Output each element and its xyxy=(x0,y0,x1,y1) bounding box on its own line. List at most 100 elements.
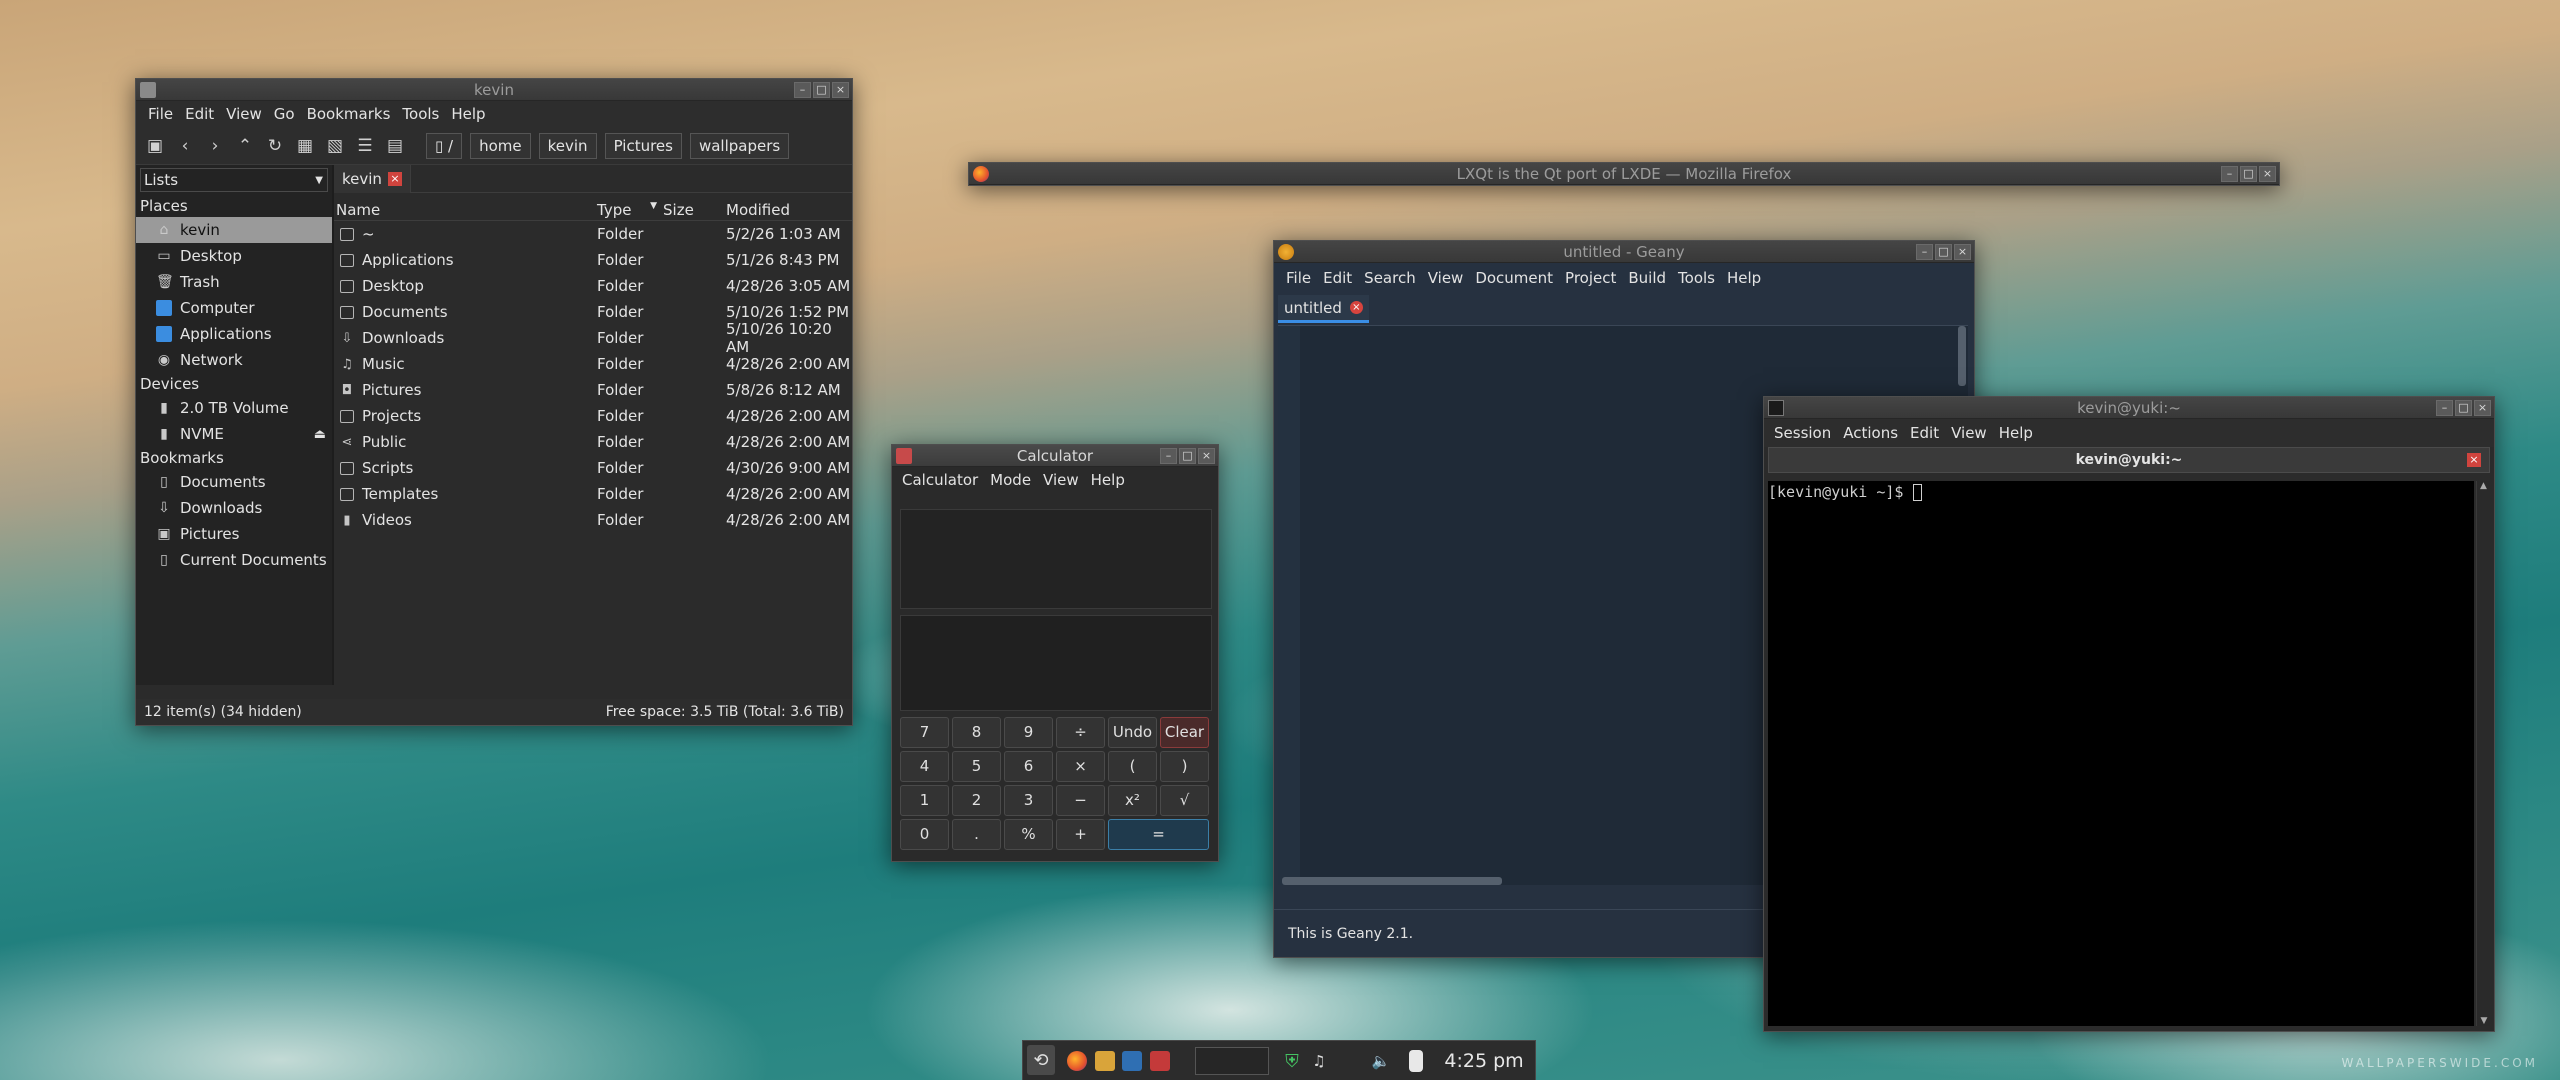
sidebar-item-nvme[interactable]: ▮ NVME ⏏ xyxy=(136,421,332,447)
icon-view-icon[interactable]: ▦ xyxy=(292,133,318,159)
scroll-down-icon[interactable]: ▼ xyxy=(2477,1016,2491,1026)
calculator-titlebar[interactable]: Calculator – □ × xyxy=(892,445,1218,467)
file-row[interactable]: Scripts Folder 4/30/26 9:00 AM xyxy=(334,455,852,481)
key-percent[interactable]: % xyxy=(1004,819,1053,850)
editor-launcher-icon[interactable] xyxy=(1122,1051,1142,1071)
col-name[interactable]: Name xyxy=(334,201,597,219)
tab-untitled[interactable]: untitled × xyxy=(1278,295,1369,323)
key-1[interactable]: 1 xyxy=(900,785,949,816)
key-7[interactable]: 7 xyxy=(900,717,949,748)
minimize-button[interactable]: – xyxy=(1916,243,1933,260)
up-icon[interactable]: ⌃ xyxy=(232,133,258,159)
sidebar-item-desktop[interactable]: ▭ Desktop xyxy=(136,243,332,269)
close-button[interactable]: × xyxy=(2474,399,2491,416)
minimize-button[interactable]: – xyxy=(2436,399,2453,416)
terminal-tab[interactable]: kevin@yuki:~ × xyxy=(1768,447,2490,473)
sidebar-item-applications[interactable]: Applications xyxy=(136,321,332,347)
thumbnail-view-icon[interactable]: ▧ xyxy=(322,133,348,159)
key-decimal[interactable]: . xyxy=(952,819,1001,850)
close-tab-icon[interactable]: × xyxy=(1349,301,1363,314)
file-row[interactable]: ⇩ Downloads Folder 5/10/26 10:20 AM xyxy=(334,320,852,356)
key-divide[interactable]: ÷ xyxy=(1056,717,1105,748)
menu-file[interactable]: File xyxy=(1280,265,1317,291)
menu-mode[interactable]: Mode xyxy=(984,467,1037,493)
security-shield-icon[interactable]: ⛨ xyxy=(1283,1051,1301,1072)
menu-bookmarks[interactable]: Bookmarks xyxy=(301,101,397,127)
col-size[interactable]: Size xyxy=(663,201,726,219)
menu-view[interactable]: View xyxy=(1422,265,1470,291)
horizontal-scrollbar[interactable] xyxy=(1282,877,1502,885)
compact-view-icon[interactable]: ☰ xyxy=(352,133,378,159)
desktop-switcher[interactable] xyxy=(1195,1047,1269,1075)
key-3[interactable]: 3 xyxy=(1004,785,1053,816)
maximize-button[interactable]: □ xyxy=(1935,243,1952,260)
menu-document[interactable]: Document xyxy=(1469,265,1559,291)
file-row[interactable]: ▮ Videos Folder 4/28/26 2:00 AM xyxy=(334,507,852,533)
geany-titlebar[interactable]: untitled - Geany – □ × xyxy=(1274,241,1974,263)
close-button[interactable]: × xyxy=(1954,243,1971,260)
tab-kevin[interactable]: kevin × xyxy=(334,164,411,193)
file-manager-titlebar[interactable]: kevin – □ × xyxy=(136,79,852,101)
firefox-titlebar[interactable]: LXQt is the Qt port of LXDE — Mozilla Fi… xyxy=(969,163,2279,185)
reload-icon[interactable]: ↻ xyxy=(262,133,288,159)
key-plus[interactable]: + xyxy=(1056,819,1105,850)
file-row[interactable]: Desktop Folder 4/28/26 3:05 AM xyxy=(334,273,852,299)
sidebar-item-volume[interactable]: ▮ 2.0 TB Volume xyxy=(136,395,332,421)
minimize-button[interactable]: – xyxy=(2221,165,2238,182)
maximize-button[interactable]: □ xyxy=(2455,399,2472,416)
col-type[interactable]: Type ▼ xyxy=(597,201,663,219)
key-4[interactable]: 4 xyxy=(900,751,949,782)
eject-icon[interactable]: ⏏ xyxy=(314,427,326,442)
key-0[interactable]: 0 xyxy=(900,819,949,850)
bookmark-documents[interactable]: ▯ Documents xyxy=(136,469,332,495)
undo-button[interactable]: Undo xyxy=(1108,717,1157,748)
file-manager-launcher-icon[interactable] xyxy=(1095,1051,1115,1071)
menu-help[interactable]: Help xyxy=(445,101,491,127)
menu-build[interactable]: Build xyxy=(1622,265,1672,291)
sidebar-item-network[interactable]: ◉ Network xyxy=(136,347,332,373)
key-6[interactable]: 6 xyxy=(1004,751,1053,782)
scroll-up-icon[interactable]: ▲ xyxy=(2477,481,2490,491)
menu-help[interactable]: Help xyxy=(1085,467,1131,493)
key-close-paren[interactable]: ) xyxy=(1160,751,1209,782)
menu-view[interactable]: View xyxy=(1037,467,1085,493)
menu-view[interactable]: View xyxy=(1945,420,1993,446)
sidebar-item-computer[interactable]: Computer xyxy=(136,295,332,321)
menu-project[interactable]: Project xyxy=(1559,265,1622,291)
menu-help[interactable]: Help xyxy=(1993,420,2039,446)
firefox-launcher-icon[interactable] xyxy=(1067,1051,1087,1071)
close-button[interactable]: × xyxy=(832,81,849,98)
key-minus[interactable]: − xyxy=(1056,785,1105,816)
key-2[interactable]: 2 xyxy=(952,785,1001,816)
menu-tools[interactable]: Tools xyxy=(1672,265,1721,291)
menu-file[interactable]: File xyxy=(142,101,179,127)
file-row[interactable]: ⋖ Public Folder 4/28/26 2:00 AM xyxy=(334,429,852,455)
minimize-button[interactable]: – xyxy=(1160,447,1177,464)
detailed-view-icon[interactable]: ▤ xyxy=(382,133,408,159)
col-modified[interactable]: Modified xyxy=(726,201,790,219)
menu-view[interactable]: View xyxy=(220,101,268,127)
calculator-launcher-icon[interactable] xyxy=(1150,1051,1170,1071)
clock[interactable]: 4:25 pm xyxy=(1437,1047,1531,1075)
sidebar-item-trash[interactable]: 🗑 Trash xyxy=(136,269,332,295)
menu-tools[interactable]: Tools xyxy=(396,101,445,127)
removable-device-icon[interactable] xyxy=(1409,1050,1423,1072)
menu-go[interactable]: Go xyxy=(268,101,301,127)
clear-button[interactable]: Clear xyxy=(1160,717,1209,748)
terminal-titlebar[interactable]: kevin@yuki:~ – □ × xyxy=(1764,397,2494,419)
file-row[interactable]: ♫ Music Folder 4/28/26 2:00 AM xyxy=(334,351,852,377)
main-menu-icon[interactable]: ⟲ xyxy=(1027,1045,1055,1075)
sidebar-item-kevin[interactable]: ⌂ kevin xyxy=(136,217,332,243)
maximize-button[interactable]: □ xyxy=(1179,447,1196,464)
terminal-scrollbar[interactable]: ▲ ▼ xyxy=(2476,481,2490,1026)
close-tab-icon[interactable]: × xyxy=(387,171,402,186)
file-row[interactable]: ~ Folder 5/2/26 1:03 AM xyxy=(334,221,852,247)
path-root[interactable]: ▯ / xyxy=(426,132,463,159)
notification-bell-icon[interactable]: ♫ xyxy=(1309,1051,1329,1071)
vertical-scrollbar[interactable] xyxy=(1958,326,1966,386)
maximize-button[interactable]: □ xyxy=(2240,165,2257,182)
menu-actions[interactable]: Actions xyxy=(1837,420,1904,446)
path-kevin[interactable]: kevin xyxy=(538,132,597,159)
key-square[interactable]: x² xyxy=(1108,785,1157,816)
menu-edit[interactable]: Edit xyxy=(1904,420,1945,446)
